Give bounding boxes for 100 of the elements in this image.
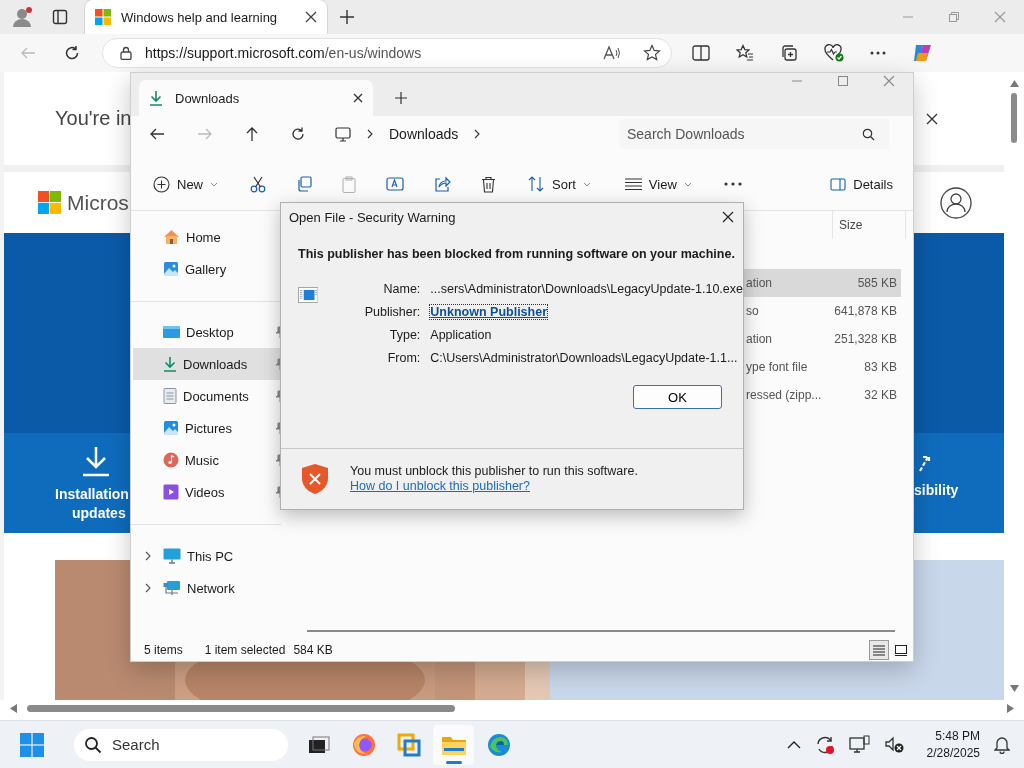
refresh-icon[interactable] bbox=[291, 127, 305, 141]
rename-icon[interactable] bbox=[386, 176, 404, 192]
new-tab-icon[interactable] bbox=[339, 9, 355, 25]
split-screen-icon[interactable] bbox=[692, 45, 710, 61]
search-field[interactable]: Search Downloads bbox=[619, 119, 889, 149]
network-icon bbox=[163, 580, 181, 596]
chevron-up-icon[interactable] bbox=[786, 739, 801, 750]
maximize-icon[interactable] bbox=[837, 75, 849, 87]
notice-text: You're in bbox=[55, 107, 132, 130]
share-icon[interactable] bbox=[434, 176, 451, 192]
chevron-right-icon[interactable] bbox=[145, 551, 151, 561]
notification-bell-icon[interactable] bbox=[994, 735, 1010, 754]
scroll-down-icon[interactable] bbox=[1009, 685, 1019, 692]
close-icon[interactable] bbox=[353, 93, 363, 103]
sync-icon[interactable] bbox=[814, 734, 835, 755]
scissors-icon[interactable] bbox=[250, 175, 266, 193]
field-value: C:\Users\Administrator\Downloads\LegacyUpdate-1.1... bbox=[430, 350, 739, 367]
nav-item[interactable]: This PC bbox=[133, 540, 281, 572]
trash-icon[interactable] bbox=[481, 175, 496, 193]
gallery-icon bbox=[163, 261, 179, 277]
clock-date[interactable]: 2/28/2025 bbox=[926, 744, 980, 762]
status-text: 1 item selected bbox=[204, 643, 286, 657]
close-icon[interactable] bbox=[722, 211, 734, 223]
url-text: https://support.microsoft.com/en-us/windows bbox=[145, 45, 423, 61]
nav-item[interactable]: Network bbox=[133, 572, 281, 604]
tile-label[interactable]: sibility bbox=[914, 481, 959, 500]
sort-icon bbox=[528, 176, 545, 192]
muted-speaker-icon[interactable] bbox=[884, 735, 905, 754]
list-icon bbox=[624, 178, 642, 190]
tile-label[interactable]: updates bbox=[72, 504, 129, 523]
more-icon[interactable] bbox=[723, 182, 742, 186]
download-icon bbox=[163, 356, 177, 372]
plus-circle-icon bbox=[153, 175, 170, 193]
status-text: 584 KB bbox=[293, 643, 333, 657]
monitor-icon bbox=[335, 126, 351, 142]
search-icon bbox=[84, 735, 102, 754]
panel-icon bbox=[830, 177, 847, 191]
status-text: 5 items bbox=[144, 643, 183, 657]
close-icon[interactable] bbox=[926, 112, 938, 125]
scrollbar-thumb[interactable] bbox=[307, 630, 895, 632]
address-field[interactable]: https://support.microsoft.com/en-us/windows bbox=[102, 38, 672, 68]
chevron-right-icon bbox=[474, 129, 481, 139]
nav-item[interactable]: Downloads bbox=[133, 348, 281, 380]
details-button[interactable]: Details bbox=[828, 172, 895, 196]
help-link[interactable]: How do I unblock this publisher? bbox=[350, 479, 530, 493]
clock-time[interactable]: 5:48 PM bbox=[935, 727, 980, 745]
tiles-icon bbox=[895, 644, 907, 656]
browser-tab[interactable]: Windows help and learning bbox=[85, 0, 327, 34]
heart-pulse-icon[interactable] bbox=[824, 44, 844, 62]
sort-button[interactable]: Sort bbox=[526, 172, 593, 196]
copy-icon[interactable] bbox=[296, 176, 312, 192]
desktop-icon bbox=[163, 325, 180, 339]
up-icon[interactable] bbox=[245, 126, 259, 142]
warning-message: You must unblock this publisher to run this software. How do I unblock this publisher? bbox=[350, 464, 639, 494]
avatar-icon[interactable] bbox=[940, 186, 972, 219]
column-header[interactable]: Size bbox=[832, 211, 906, 239]
address-bar[interactable]: Downloads bbox=[329, 119, 605, 149]
dialog-title: Open File - Security Warning bbox=[289, 209, 456, 225]
ok-button[interactable]: OK bbox=[633, 385, 722, 409]
chevron-right-icon[interactable] bbox=[145, 583, 151, 593]
new-tab-icon[interactable] bbox=[395, 92, 407, 104]
more-icon[interactable] bbox=[870, 51, 886, 55]
caret-icon bbox=[683, 181, 692, 187]
back-icon[interactable] bbox=[149, 127, 165, 141]
field-label: Type: bbox=[388, 327, 421, 344]
search-field[interactable]: Search bbox=[74, 728, 288, 761]
copilot-icon[interactable] bbox=[912, 42, 934, 64]
breadcrumb-item[interactable]: Downloads bbox=[389, 126, 459, 142]
scroll-left-icon[interactable] bbox=[10, 703, 17, 713]
task-view-icon bbox=[307, 734, 330, 755]
scroll-up-icon[interactable] bbox=[1009, 80, 1019, 87]
lock-icon bbox=[119, 46, 133, 60]
logo-text[interactable]: Micros bbox=[67, 190, 129, 215]
start-icon[interactable] bbox=[20, 732, 44, 757]
view-button[interactable]: View bbox=[622, 172, 694, 196]
scrollbar-thumb[interactable] bbox=[1011, 93, 1017, 143]
scrollbar-thumb[interactable] bbox=[27, 704, 455, 712]
favorites-icon[interactable] bbox=[736, 44, 754, 62]
shield-icon bbox=[300, 463, 330, 495]
tile-label[interactable]: Installation bbox=[55, 485, 129, 504]
video-icon bbox=[163, 484, 179, 500]
close-icon[interactable] bbox=[305, 11, 317, 23]
star-icon[interactable] bbox=[643, 44, 661, 62]
document-icon bbox=[163, 388, 177, 404]
network-icon[interactable] bbox=[848, 734, 871, 755]
publisher-link[interactable]: Unknown Publisher bbox=[430, 305, 547, 319]
collections-icon[interactable] bbox=[780, 44, 798, 62]
tab-actions-icon[interactable] bbox=[52, 9, 68, 25]
microsoft-logo-icon[interactable] bbox=[38, 191, 61, 214]
scroll-right-icon[interactable] bbox=[1007, 703, 1014, 713]
refresh-icon[interactable] bbox=[64, 45, 80, 61]
new-button[interactable]: New bbox=[151, 171, 220, 197]
profile-icon[interactable] bbox=[11, 6, 33, 28]
read-aloud-icon[interactable] bbox=[603, 45, 621, 61]
nav-item[interactable]: Gallery bbox=[133, 253, 281, 285]
explorer-tab[interactable]: Downloads bbox=[139, 80, 373, 116]
field-label: Name: bbox=[382, 281, 421, 298]
nav-item[interactable]: Home bbox=[133, 221, 281, 253]
search-icon bbox=[862, 128, 875, 141]
field-label: From: bbox=[386, 350, 421, 367]
